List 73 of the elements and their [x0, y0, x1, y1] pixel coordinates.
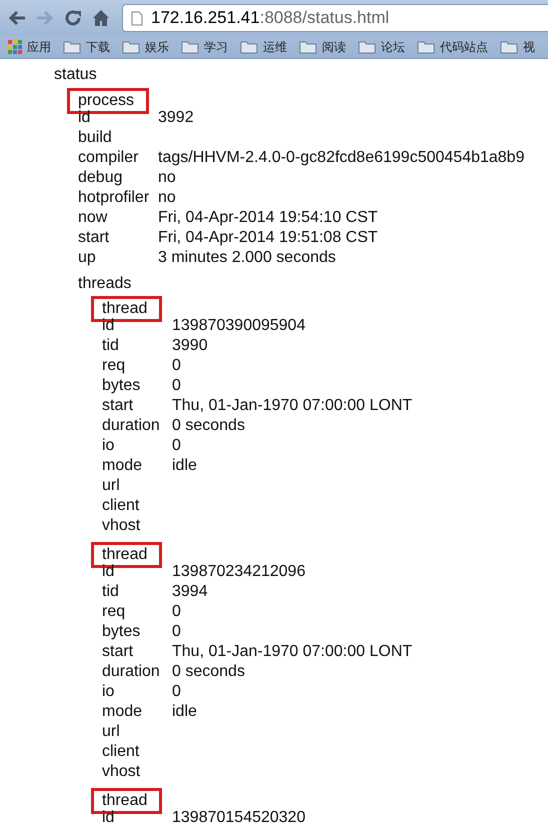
bookmark[interactable]: 阅读 [299, 38, 346, 56]
bookmark[interactable]: 视 [500, 38, 535, 56]
tree-label: status [54, 65, 98, 85]
field-key: up [78, 248, 158, 268]
field-value: 0 seconds [172, 416, 245, 436]
bookmark[interactable]: 论坛 [358, 38, 405, 56]
field-key: bytes [102, 622, 172, 642]
field-key: now [78, 208, 158, 228]
field-value: 0 [172, 436, 181, 456]
field-key: req [102, 356, 172, 376]
field-value: Fri, 04-Apr-2014 19:54:10 CST [158, 208, 378, 228]
field-key: mode [102, 702, 172, 722]
bookmark[interactable]: 代码站点 [417, 38, 488, 56]
field-key: tid [102, 582, 172, 602]
field-value: idle [172, 702, 197, 722]
field-value: 0 [172, 622, 181, 642]
folder-icon [240, 40, 258, 54]
field-key: start [102, 642, 172, 662]
field-key: vhost [102, 516, 172, 536]
field-value: 0 [172, 682, 181, 702]
field-value: 0 [172, 356, 181, 376]
folder-icon [63, 40, 81, 54]
field-value: Fri, 04-Apr-2014 19:51:08 CST [158, 228, 378, 248]
folder-icon [417, 40, 435, 54]
field-key: io [102, 682, 172, 702]
field-key: tid [102, 336, 172, 356]
field-key: start [102, 396, 172, 416]
page-icon [131, 10, 143, 26]
field-value: idle [172, 456, 197, 476]
field-value: 0 seconds [172, 662, 245, 682]
folder-icon [181, 40, 199, 54]
bookmark[interactable]: 应用 [8, 38, 51, 56]
field-key: url [102, 476, 172, 496]
address-field[interactable]: 172.16.251.41:8088/status.html [122, 4, 548, 32]
field-key: client [102, 496, 172, 516]
field-key: vhost [102, 762, 172, 782]
field-value: no [158, 188, 176, 208]
field-value: 3994 [172, 582, 208, 602]
folder-icon [500, 40, 518, 54]
field-value: 139870390095904 [172, 316, 306, 336]
field-key: client [102, 742, 172, 762]
field-value: 3992 [158, 108, 194, 128]
field-key: start [78, 228, 158, 248]
bookmark[interactable]: 娱乐 [122, 38, 169, 56]
field-value: 0 [172, 376, 181, 396]
field-value: 0 [172, 602, 181, 622]
bookmark[interactable]: 下载 [63, 38, 110, 56]
bookmark[interactable]: 运维 [240, 38, 287, 56]
field-key: hotprofiler [78, 188, 158, 208]
folder-icon [122, 40, 140, 54]
field-value: tags/HHVM-2.4.0-0-gc82fcd8e6199c500454b1a8b9 [158, 148, 524, 168]
field-value: Thu, 01-Jan-1970 07:00:00 LONT [172, 642, 412, 662]
field-key: compiler [78, 148, 158, 168]
field-key: bytes [102, 376, 172, 396]
bookmark[interactable]: 学习 [181, 38, 228, 56]
field-key: mode [102, 456, 172, 476]
field-value: 139870234212096 [172, 562, 306, 582]
field-key: build [78, 128, 158, 148]
field-value: 139870154520320 [172, 808, 306, 828]
field-value: no [158, 168, 176, 188]
field-key: req [102, 602, 172, 622]
field-value: Thu, 01-Jan-1970 07:00:00 LONT [172, 396, 412, 416]
folder-icon [299, 40, 317, 54]
folder-icon [358, 40, 376, 54]
field-key: url [102, 722, 172, 742]
field-value: 3 minutes 2.000 seconds [158, 248, 336, 268]
field-key: duration [102, 662, 172, 682]
field-value: 3990 [172, 336, 208, 356]
apps-grid-icon [8, 40, 22, 54]
field-key: debug [78, 168, 158, 188]
tree-label: threads [78, 274, 132, 294]
field-key: io [102, 436, 172, 456]
field-key: duration [102, 416, 172, 436]
